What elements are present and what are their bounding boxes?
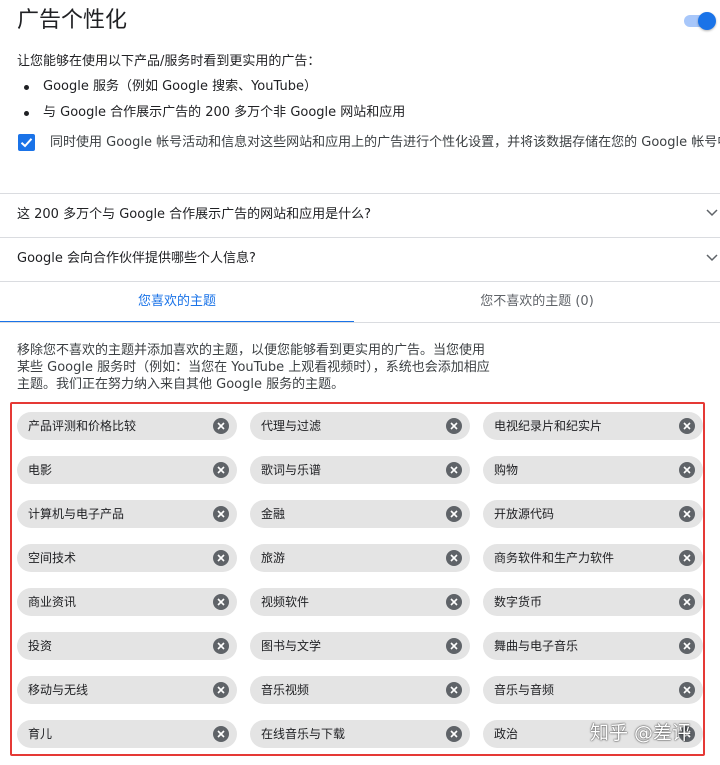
remove-topic-icon[interactable] [213,418,229,434]
tab-label: 您不喜欢的主题 (0) [480,294,594,309]
bullet-icon [24,85,29,90]
topic-chip-label: 电视纪录片和纪实片 [494,419,603,433]
topic-chip: 空间技术 [17,544,237,572]
topic-chip: 商业资讯 [17,588,237,616]
topic-chip-label: 金融 [261,507,286,521]
remove-topic-icon[interactable] [679,594,695,610]
topic-chip: 图书与文学 [250,632,470,660]
tab-disliked-topics[interactable]: 您不喜欢的主题 (0) [354,282,720,322]
topic-chip-label: 数字货币 [494,595,543,609]
list-item-text: Google 服务（例如 Google 搜索、YouTube） [43,79,317,94]
topic-chip-label: 歌词与乐谱 [261,463,322,477]
topic-chip: 购物 [483,456,703,484]
divider [0,193,720,194]
topic-chip: 旅游 [250,544,470,572]
checkmark-icon [20,138,33,148]
topic-chip: 移动与无线 [17,676,237,704]
topic-chip-label: 音乐视频 [261,683,310,697]
topic-chip-label: 图书与文学 [261,639,322,653]
topic-chip: 视频软件 [250,588,470,616]
remove-topic-icon[interactable] [446,506,462,522]
topic-chip-label: 音乐与音频 [494,683,555,697]
remove-topic-icon[interactable] [446,682,462,698]
remove-topic-icon[interactable] [213,550,229,566]
topic-chip: 在线音乐与下载 [250,720,470,748]
remove-topic-icon[interactable] [213,462,229,478]
remove-topic-icon[interactable] [213,726,229,742]
topic-chip-label: 计算机与电子产品 [28,507,125,521]
chevron-down-icon[interactable] [706,254,718,262]
topic-chip-label: 投资 [28,639,53,653]
topic-chip: 音乐与音频 [483,676,703,704]
topic-chip-label: 旅游 [261,551,286,565]
topic-chip: 开放源代码 [483,500,703,528]
remove-topic-icon[interactable] [679,682,695,698]
bullet-icon [24,111,29,116]
faq-question: Google 会向合作伙伴提供哪些个人信息? [17,251,256,266]
topic-chip-label: 代理与过滤 [261,419,322,433]
remove-topic-icon[interactable] [446,726,462,742]
remove-topic-icon[interactable] [213,638,229,654]
remove-topic-icon[interactable] [446,638,462,654]
topic-chip-label: 政治 [494,727,519,741]
remove-topic-icon[interactable] [213,506,229,522]
topic-chip: 金融 [250,500,470,528]
remove-topic-icon[interactable] [446,550,462,566]
tab-label: 您喜欢的主题 [137,294,216,309]
remove-topic-icon[interactable] [679,462,695,478]
divider [0,237,720,238]
topic-chip: 商务软件和生产力软件 [483,544,703,572]
divider [0,322,720,323]
topic-chip: 代理与过滤 [250,412,470,440]
topic-chip: 电视纪录片和纪实片 [483,412,703,440]
topic-chip: 产品评测和价格比较 [17,412,237,440]
topic-chip-label: 空间技术 [28,551,77,565]
checkbox-label: 同时使用 Google 帐号活动和信息对这些网站和应用上的广告进行个性化设置，并… [50,135,720,150]
watermark: 知乎 @差评 [590,722,692,744]
topic-chip-label: 在线音乐与下载 [261,727,346,741]
topic-chip: 音乐视频 [250,676,470,704]
remove-topic-icon[interactable] [213,682,229,698]
topic-chip-label: 视频软件 [261,595,310,609]
topic-chip: 计算机与电子产品 [17,500,237,528]
topic-chip-label: 购物 [494,463,519,477]
remove-topic-icon[interactable] [679,506,695,522]
list-item: 与 Google 合作展示广告的 200 多万个非 Google 网站和应用 [24,102,405,128]
remove-topic-icon[interactable] [679,550,695,566]
toggle-knob [698,12,716,30]
remove-topic-icon[interactable] [446,418,462,434]
topic-chip: 电影 [17,456,237,484]
service-list: Google 服务（例如 Google 搜索、YouTube） 与 Google… [24,76,405,128]
topic-chip: 数字货币 [483,588,703,616]
faq-question: 这 200 多万个与 Google 合作展示广告的网站和应用是什么? [17,207,372,222]
remove-topic-icon[interactable] [446,594,462,610]
topic-chip: 舞曲与电子音乐 [483,632,703,660]
chevron-down-icon[interactable] [706,209,718,217]
intro-text: 让您能够在使用以下产品/服务时看到更实用的广告： [17,54,321,69]
topic-chip: 投资 [17,632,237,660]
page-title: 广告个性化 [17,8,128,33]
topic-chip-label: 产品评测和价格比较 [28,419,137,433]
topic-chip-label: 移动与无线 [28,683,89,697]
topic-chip: 育儿 [17,720,237,748]
topic-chip: 歌词与乐谱 [250,456,470,484]
list-item: Google 服务（例如 Google 搜索、YouTube） [24,76,405,102]
faq-personal-info[interactable]: Google 会向合作伙伴提供哪些个人信息? [17,249,707,269]
topic-chip-label: 电影 [28,463,53,477]
topics-description: 移除您不喜欢的主题并添加喜欢的主题，以便您能够看到更实用的广告。当您使用某些 G… [17,343,490,392]
ad-personalization-toggle[interactable] [684,12,716,30]
account-activity-checkbox[interactable] [18,134,35,151]
remove-topic-icon[interactable] [679,418,695,434]
topic-chip-label: 商务软件和生产力软件 [494,551,615,565]
tab-liked-topics[interactable]: 您喜欢的主题 [0,282,354,323]
faq-partner-sites[interactable]: 这 200 多万个与 Google 合作展示广告的网站和应用是什么? [17,205,707,225]
topic-chip-label: 开放源代码 [494,507,555,521]
remove-topic-icon[interactable] [446,462,462,478]
topic-chip-label: 舞曲与电子音乐 [494,639,579,653]
topic-chip-label: 商业资讯 [28,595,77,609]
topic-chip-label: 育儿 [28,727,53,741]
list-item-text: 与 Google 合作展示广告的 200 多万个非 Google 网站和应用 [43,105,406,120]
remove-topic-icon[interactable] [213,594,229,610]
remove-topic-icon[interactable] [679,638,695,654]
